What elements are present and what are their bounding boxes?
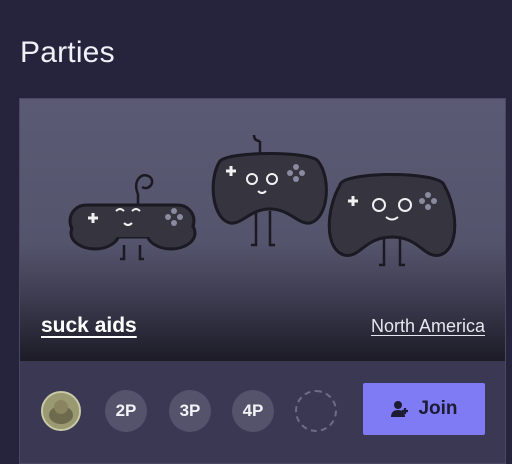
party-region[interactable]: North America	[371, 316, 485, 337]
controller-middle-icon	[211, 134, 328, 247]
controller-left-icon	[68, 174, 197, 261]
page-title: Parties	[20, 36, 115, 69]
player-slot-2: 2P	[105, 390, 147, 432]
player-slot-4: 4P	[232, 390, 274, 432]
player-slot-3: 3P	[169, 390, 211, 432]
controller-right-icon	[327, 173, 457, 267]
party-name[interactable]: suck aids	[41, 314, 137, 338]
avatar-icon	[43, 393, 79, 429]
party-card[interactable]: suck aids North America 2P 3P 4P Join	[19, 98, 506, 464]
user-avatar[interactable]	[41, 391, 81, 431]
add-user-icon	[391, 401, 409, 417]
join-button[interactable]: Join	[363, 383, 485, 435]
join-label: Join	[418, 398, 458, 419]
party-footer: 2P 3P 4P Join	[20, 361, 505, 463]
empty-slot	[295, 390, 337, 432]
party-banner: suck aids North America	[20, 99, 505, 361]
